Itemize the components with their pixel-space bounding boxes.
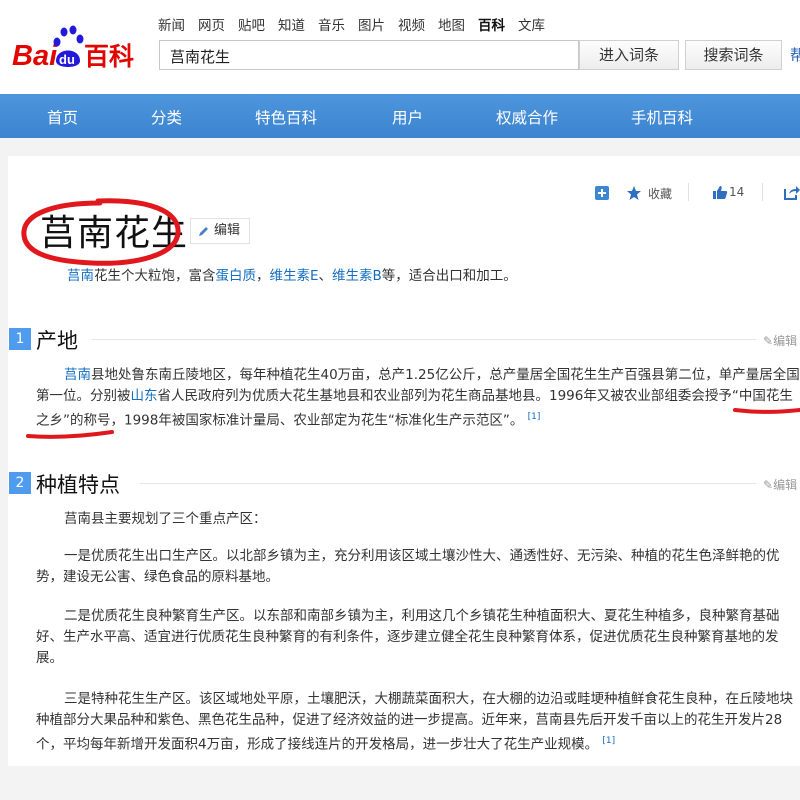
svg-text:du: du — [59, 52, 75, 67]
search-entry-button[interactable]: 搜索词条 — [685, 40, 782, 70]
entry-title: 莒南花生 — [40, 213, 189, 254]
toolbar-divider — [688, 183, 689, 201]
pencil-icon: ✎ — [763, 334, 774, 348]
section-title-planting: 种植特点 — [36, 473, 120, 497]
nav-link-news[interactable]: 新闻 — [158, 18, 185, 34]
enter-entry-button[interactable]: 进入词条 — [579, 40, 679, 70]
section-divider — [92, 339, 756, 340]
para-line: 二是优质花生良种繁育生产区。以东部和南部乡镇为主，利用这几个乡镇花生种植面积大、… — [64, 608, 780, 624]
section-paragraph: 一是优质花生出口生产区。以北部乡镇为主，充分利用该区域土壤沙性大、通透性好、无污… — [36, 546, 800, 588]
para-line: 展。 — [36, 650, 63, 666]
main-nav-bar: 首页 分类 特色百科 用户 权威合作 手机百科 — [0, 94, 800, 138]
reference-link[interactable]: [1] — [528, 412, 541, 422]
pencil-icon — [199, 227, 208, 236]
link-shandong[interactable]: 山东 — [131, 388, 158, 404]
para-line: 个，平均每年新增开发面积4万亩，形成了接线连片的开发格局，进一步壮大了花生产业规… — [36, 731, 800, 756]
nav-link-zhidao[interactable]: 知道 — [278, 18, 305, 34]
baidu-baike-logo[interactable]: Bai du 百科 — [12, 25, 147, 73]
main-nav-mobile[interactable]: 手机百科 — [631, 106, 693, 128]
pencil-icon: ✎ — [763, 478, 774, 492]
search-input[interactable] — [168, 42, 572, 70]
top-nav-links: 新闻 网页 贴吧 知道 音乐 图片 视频 地图 百科 文库 — [158, 14, 558, 34]
para-text: 县地处鲁东南丘陵地区，每年种植花生40万亩，总产1.25亿公斤，总产量居全国花生… — [91, 367, 800, 383]
summary-text: 花生个大粒饱，富含 — [94, 268, 216, 284]
para-line: 莒南县主要规划了三个重点产区： — [64, 511, 267, 527]
entry-summary: 莒南花生个大粒饱，富含蛋白质，维生素E、维生素B等，适合出口和加工。 — [67, 264, 517, 284]
para-line: 好、生产水平高、适宜进行优质花生良种繁育的有利条件，逐步建立健全花生良种繁育体系… — [36, 629, 779, 645]
svg-text:Bai: Bai — [12, 40, 58, 72]
para-line: 势，建设无公害、绿色食品的原料基地。 — [36, 569, 279, 585]
para-line: 莒南县地处鲁东南丘陵地区，每年种植花生40万亩，总产1.25亿公斤，总产量居全国… — [36, 365, 800, 386]
nav-link-map[interactable]: 地图 — [438, 18, 465, 34]
main-nav-featured[interactable]: 特色百科 — [255, 106, 317, 128]
nav-link-tieba[interactable]: 贴吧 — [238, 18, 265, 34]
section-paragraph: 三是特种花生生产区。该区域地处平原，土壤肥沃，大棚蔬菜面积大，在大棚的边沿或畦埂… — [36, 689, 800, 756]
para-line: 一是优质花生出口生产区。以北部乡镇为主，充分利用该区域土壤沙性大、通透性好、无污… — [64, 548, 780, 564]
reference-link[interactable]: [1] — [602, 736, 615, 746]
section-edit-link[interactable]: ✎编辑 — [763, 332, 797, 349]
svg-text:百科: 百科 — [84, 42, 134, 71]
section-title-origin: 产地 — [36, 329, 78, 353]
section-edit-link[interactable]: ✎编辑 — [763, 476, 797, 493]
add-icon[interactable] — [595, 186, 609, 200]
link-junan[interactable]: 莒南 — [64, 367, 91, 383]
summary-text: 、 — [318, 268, 333, 284]
favorite-label[interactable]: 收藏 — [648, 185, 672, 202]
para-line: 第一位。分别被山东省人民政府列为优质大花生基地县和农业部列为花生商品基地县。19… — [36, 386, 800, 407]
section-paragraph: 二是优质花生良种繁育生产区。以东部和南部乡镇为主，利用这几个乡镇花生种植面积大、… — [36, 606, 800, 669]
summary-text: 等，适合出口和加工。 — [381, 268, 517, 284]
nav-link-images[interactable]: 图片 — [358, 18, 385, 34]
main-nav-authority[interactable]: 权威合作 — [496, 106, 558, 128]
section-edit-label: 编辑 — [773, 334, 798, 348]
summary-text: ， — [256, 268, 270, 284]
toolbar-divider — [762, 183, 763, 201]
nav-link-video[interactable]: 视频 — [398, 18, 425, 34]
nav-link-web[interactable]: 网页 — [198, 18, 225, 34]
link-vitamin-b[interactable]: 维生素B — [332, 268, 382, 284]
nav-link-wenku[interactable]: 文库 — [518, 18, 545, 34]
nav-link-baike[interactable]: 百科 — [478, 18, 505, 34]
section-edit-label: 编辑 — [773, 478, 798, 492]
search-box — [159, 40, 579, 70]
like-count: 14 — [729, 185, 745, 199]
edit-entry-label: 编辑 — [214, 223, 241, 238]
section-paragraph: 莒南县地处鲁东南丘陵地区，每年种植花生40万亩，总产1.25亿公斤，总产量居全国… — [36, 365, 800, 432]
para-line: 之乡”的称号，1998年被国家标准计量局、农业部定为花生“标准化生产示范区”。 … — [36, 407, 800, 432]
para-text: 之乡”的称号，1998年被国家标准计量局、农业部定为花生“标准化生产示范区”。 — [36, 412, 524, 429]
link-junan[interactable]: 莒南 — [67, 268, 94, 284]
main-nav-users[interactable]: 用户 — [392, 106, 423, 128]
edit-entry-button[interactable]: 编辑 — [190, 218, 250, 244]
header: Bai du 百科 新闻网页贴吧知道音乐图片视频地图百科文库 进入词条 搜索词条… — [0, 0, 800, 94]
main-nav-home[interactable]: 首页 — [47, 106, 78, 128]
thumbs-up-icon[interactable] — [713, 185, 728, 200]
para-line: 三是特种花生生产区。该区域地处平原，土壤肥沃，大棚蔬菜面积大，在大棚的边沿或畦埂… — [64, 691, 793, 707]
para-text: 第一位。分别被 — [36, 388, 131, 404]
paw-logo-icon: Bai du 百科 — [12, 25, 134, 72]
para-text: 个，平均每年新增开发面积4万亩，形成了接线连片的开发格局，进一步壮大了花生产业规… — [36, 736, 599, 753]
star-icon[interactable] — [626, 185, 642, 201]
para-line: 种植部分大果品种和紫色、黑色花生品种，促进了经济效益的进一步提高。近年来，莒南县… — [36, 712, 783, 728]
main-nav-category[interactable]: 分类 — [151, 106, 182, 128]
section-number-badge: 2 — [9, 472, 31, 494]
share-icon[interactable] — [784, 185, 800, 200]
section-paragraph: 莒南县主要规划了三个重点产区： — [36, 509, 800, 530]
link-vitamin-e[interactable]: 维生素E — [270, 268, 319, 284]
link-protein[interactable]: 蛋白质 — [216, 268, 257, 284]
section-divider — [140, 483, 756, 484]
help-link-clipped[interactable]: 帮 — [790, 44, 800, 65]
nav-link-music[interactable]: 音乐 — [318, 18, 345, 34]
section-number-badge: 1 — [9, 328, 31, 350]
para-text: 省人民政府列为优质大花生基地县和农业部列为花生商品基地县。1996年又被农业部组… — [157, 388, 793, 404]
